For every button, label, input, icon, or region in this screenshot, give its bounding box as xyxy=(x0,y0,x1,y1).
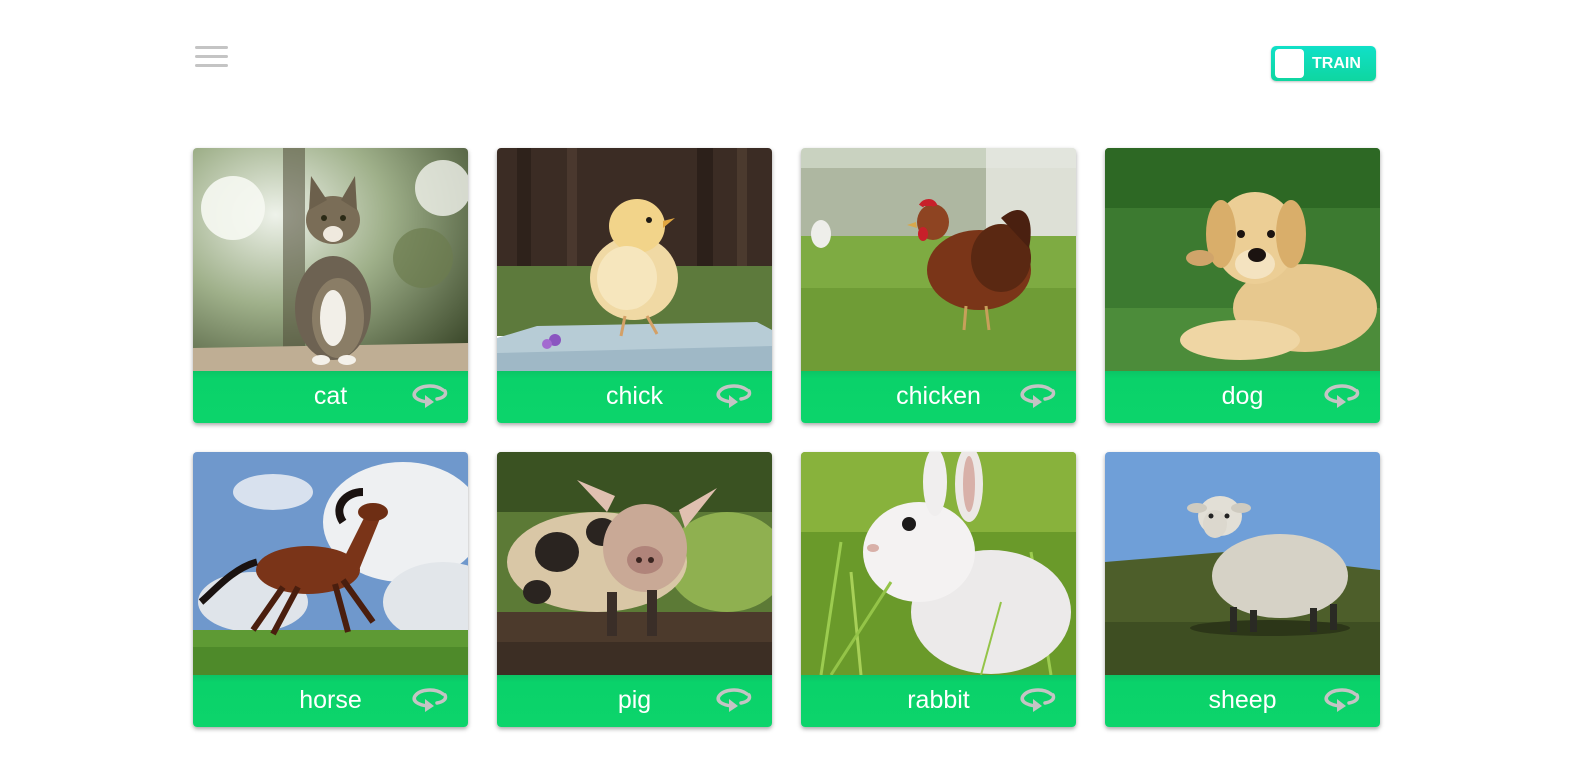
rotate-icon[interactable] xyxy=(410,382,450,410)
chick-photo xyxy=(497,148,772,371)
pig-image xyxy=(497,452,772,675)
card-sheep[interactable]: sheep xyxy=(1105,452,1380,727)
hamburger-menu-icon[interactable] xyxy=(194,44,230,72)
card-footer: rabbit xyxy=(801,675,1076,727)
card-chicken[interactable]: chicken xyxy=(801,148,1076,423)
dog-image xyxy=(1105,148,1380,371)
card-cat[interactable]: cat xyxy=(193,148,468,423)
card-grid: cat chick chicken dog horse pig rabbit s… xyxy=(193,148,1380,727)
train-play-toggle[interactable]: TRAIN xyxy=(1271,46,1376,81)
menu-line xyxy=(195,46,228,49)
cat-image xyxy=(193,148,468,371)
menu-line xyxy=(195,55,228,58)
rotate-icon[interactable] xyxy=(1018,382,1058,410)
card-footer: cat xyxy=(193,371,468,423)
card-footer: pig xyxy=(497,675,772,727)
rotate-icon[interactable] xyxy=(410,686,450,714)
rotate-icon[interactable] xyxy=(1322,686,1362,714)
rotate-icon[interactable] xyxy=(1322,382,1362,410)
sheep-image xyxy=(1105,452,1380,675)
horse-photo xyxy=(193,452,468,675)
rotate-icon[interactable] xyxy=(714,382,754,410)
chicken-photo xyxy=(801,148,1076,371)
menu-line xyxy=(195,64,228,67)
card-footer: chicken xyxy=(801,371,1076,423)
toggle-knob[interactable] xyxy=(1275,49,1304,78)
rotate-icon[interactable] xyxy=(1018,686,1058,714)
card-pig[interactable]: pig xyxy=(497,452,772,727)
chick-image xyxy=(497,148,772,371)
page: TRAIN cat chick chicken dog horse pig ra… xyxy=(0,0,1575,762)
pig-photo xyxy=(497,452,772,675)
card-chick[interactable]: chick xyxy=(497,148,772,423)
card-footer: chick xyxy=(497,371,772,423)
toggle-label: TRAIN xyxy=(1312,55,1361,72)
sheep-photo xyxy=(1105,452,1380,675)
dog-photo xyxy=(1105,148,1380,371)
rabbit-image xyxy=(801,452,1076,675)
card-horse[interactable]: horse xyxy=(193,452,468,727)
rabbit-photo xyxy=(801,452,1076,675)
chicken-image xyxy=(801,148,1076,371)
card-footer: sheep xyxy=(1105,675,1380,727)
card-footer: horse xyxy=(193,675,468,727)
horse-image xyxy=(193,452,468,675)
cat-photo xyxy=(193,148,468,371)
card-rabbit[interactable]: rabbit xyxy=(801,452,1076,727)
card-footer: dog xyxy=(1105,371,1380,423)
card-dog[interactable]: dog xyxy=(1105,148,1380,423)
rotate-icon[interactable] xyxy=(714,686,754,714)
